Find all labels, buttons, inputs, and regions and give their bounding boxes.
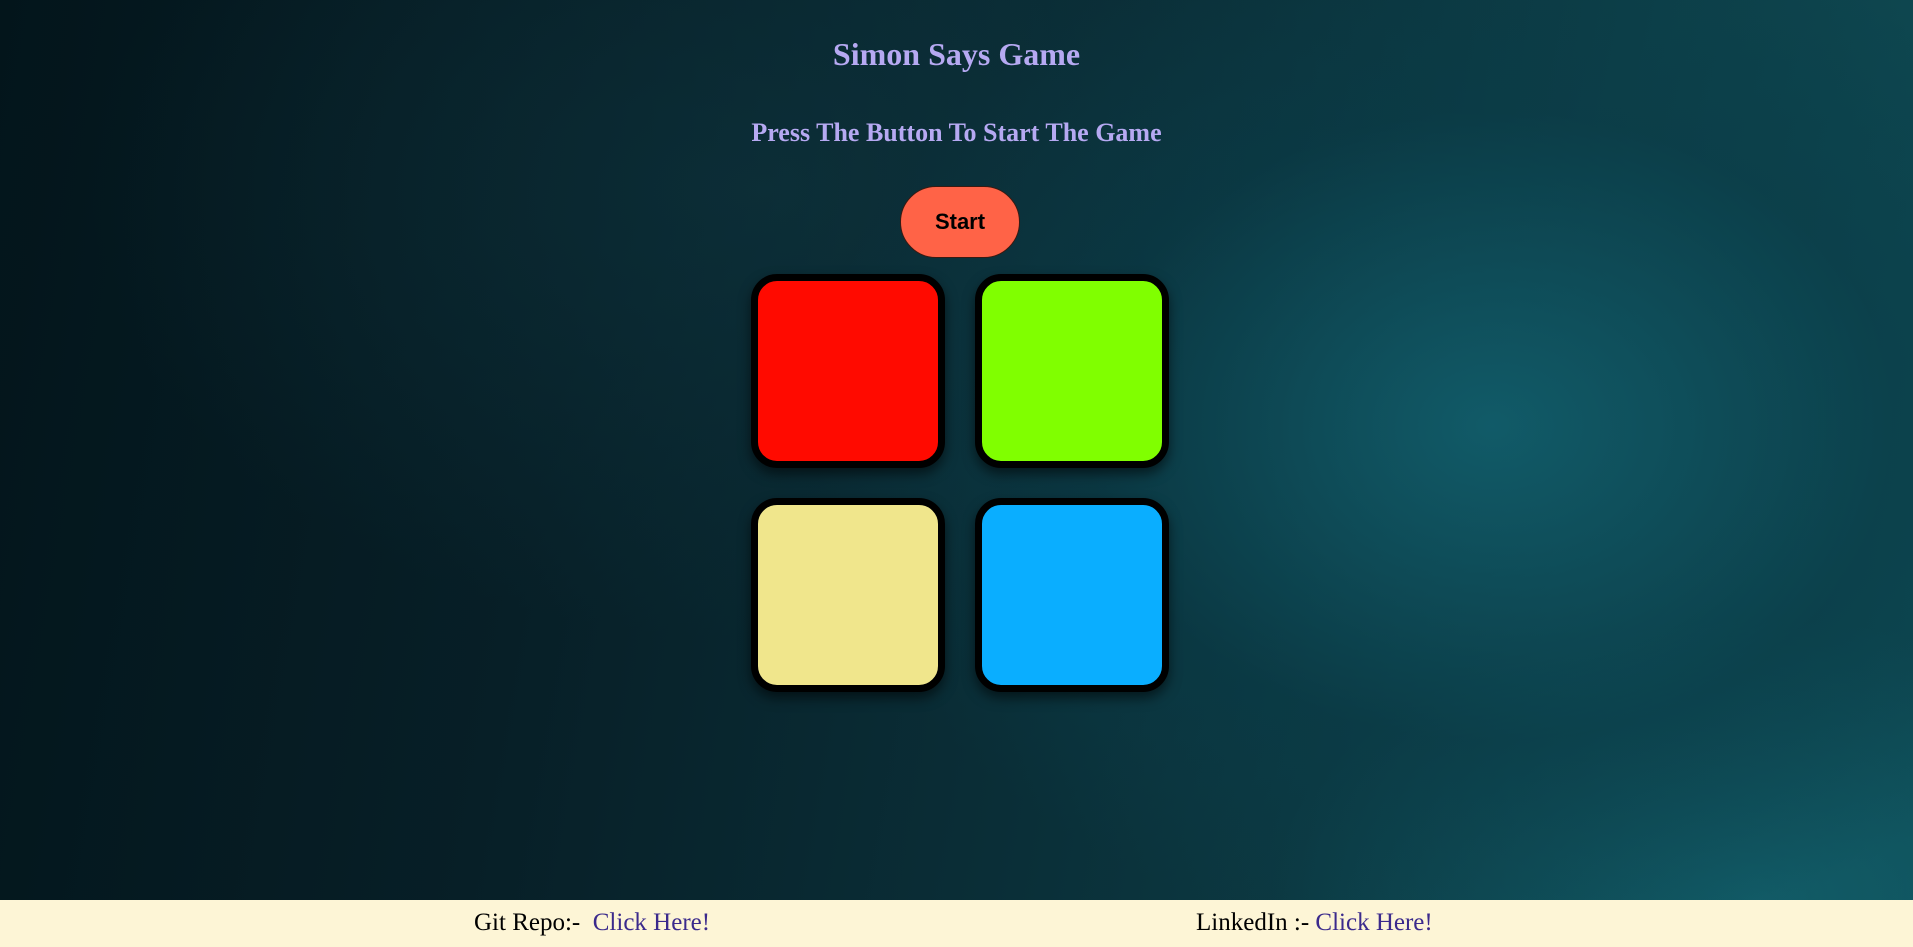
yellow-pad[interactable]: [751, 498, 945, 692]
footer: Git Repo:- Click Here! LinkedIn :- Click…: [0, 900, 1913, 947]
game-area: Simon Says Game Press The Button To Star…: [0, 0, 1913, 900]
git-repo-label: Git Repo:-: [474, 909, 587, 936]
page-title: Simon Says Game: [832, 36, 1081, 72]
red-pad[interactable]: [751, 274, 945, 468]
git-repo-section: Git Repo:- Click Here!: [474, 909, 710, 937]
linkedin-section: LinkedIn :- Click Here!: [1196, 909, 1433, 937]
game-status: Press The Button To Start The Game: [751, 118, 1162, 147]
git-repo-link[interactable]: Click Here!: [593, 909, 710, 936]
start-button[interactable]: Start: [900, 186, 1020, 258]
linkedin-label: LinkedIn :-: [1196, 909, 1316, 936]
linkedin-link[interactable]: Click Here!: [1315, 909, 1432, 936]
blue-pad[interactable]: [975, 498, 1169, 692]
green-pad[interactable]: [975, 274, 1169, 468]
